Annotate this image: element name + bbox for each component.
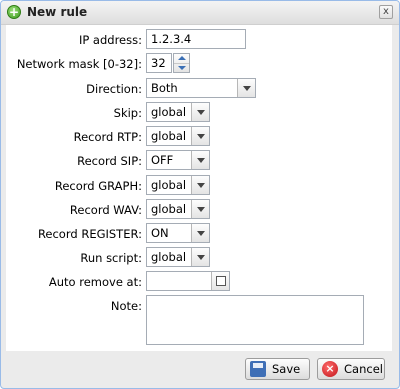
skip-row: Skip: global (6, 102, 392, 124)
direction-select[interactable]: Both (146, 78, 256, 98)
chevron-down-icon[interactable] (191, 103, 209, 121)
note-label: Note: (110, 299, 142, 313)
save-disk-icon (250, 361, 266, 377)
auto-remove-label: Auto remove at: (48, 275, 142, 289)
auto-remove-row: Auto remove at: (6, 271, 392, 293)
record-rtp-select[interactable]: global (146, 126, 210, 146)
record-rtp-value: global (151, 129, 187, 143)
record-wav-row: Record WAV: global (6, 199, 392, 221)
form-panel: IP address: 1.2.3.4 Network mask [0-32]:… (6, 25, 392, 351)
mask-spinner[interactable] (173, 53, 190, 73)
skip-label: Skip: (113, 106, 142, 120)
dialog-title: New rule (27, 5, 88, 19)
chevron-down-icon[interactable] (237, 79, 255, 97)
run-script-value: global (151, 250, 187, 264)
cancel-button-label: Cancel (344, 362, 383, 376)
record-register-label: Record REGISTER: (37, 227, 142, 241)
note-textarea[interactable] (146, 295, 364, 345)
note-row: Note: (6, 295, 392, 347)
record-graph-select[interactable]: global (146, 175, 210, 195)
chevron-down-icon[interactable] (191, 151, 209, 169)
record-graph-value: global (151, 178, 187, 192)
save-button-label: Save (272, 362, 301, 376)
ip-row: IP address: 1.2.3.4 (6, 29, 392, 51)
record-wav-label: Record WAV: (69, 203, 142, 217)
cancel-button[interactable]: × Cancel (317, 358, 385, 380)
record-wav-select[interactable]: global (146, 199, 210, 219)
dialog-titlebar: + New rule x (1, 1, 399, 25)
run-script-row: Run script: global (6, 247, 392, 269)
direction-row: Direction: Both (6, 78, 392, 100)
record-rtp-label: Record RTP: (73, 130, 142, 144)
record-sip-select[interactable]: OFF (146, 150, 210, 170)
mask-row: Network mask [0-32]: 32 (6, 53, 392, 75)
chevron-down-icon[interactable] (191, 248, 209, 266)
record-register-row: Record REGISTER: ON (6, 223, 392, 245)
chevron-down-icon[interactable] (191, 200, 209, 218)
run-script-select[interactable]: global (146, 247, 210, 267)
auto-remove-date-input[interactable] (146, 271, 230, 291)
direction-value: Both (151, 81, 178, 95)
mask-label: Network mask [0-32]: (16, 57, 142, 71)
chevron-down-icon[interactable] (191, 127, 209, 145)
calendar-icon[interactable] (211, 272, 229, 290)
record-register-value: ON (151, 226, 169, 240)
cancel-icon: × (322, 361, 338, 377)
skip-value: global (151, 105, 187, 119)
record-sip-label: Record SIP: (77, 154, 142, 168)
direction-label: Direction: (86, 82, 142, 96)
new-rule-dialog: + New rule x IP address: 1.2.3.4 Network… (0, 0, 400, 389)
record-rtp-row: Record RTP: global (6, 126, 392, 148)
add-circle-icon: + (7, 5, 21, 19)
chevron-down-icon[interactable] (191, 224, 209, 242)
record-sip-value: OFF (151, 153, 174, 167)
run-script-label: Run script: (80, 251, 142, 265)
close-button[interactable]: x (379, 5, 393, 19)
ip-label: IP address: (78, 33, 142, 47)
record-sip-row: Record SIP: OFF (6, 150, 392, 172)
record-register-select[interactable]: ON (146, 223, 210, 243)
record-graph-row: Record GRAPH: global (6, 175, 392, 197)
record-wav-value: global (151, 202, 187, 216)
ip-address-input[interactable]: 1.2.3.4 (146, 29, 246, 49)
network-mask-input[interactable]: 32 (146, 53, 172, 73)
save-button[interactable]: Save (245, 358, 310, 380)
chevron-down-icon[interactable] (191, 176, 209, 194)
record-graph-label: Record GRAPH: (54, 179, 142, 193)
spin-down-icon[interactable] (174, 63, 189, 72)
skip-select[interactable]: global (146, 102, 210, 122)
